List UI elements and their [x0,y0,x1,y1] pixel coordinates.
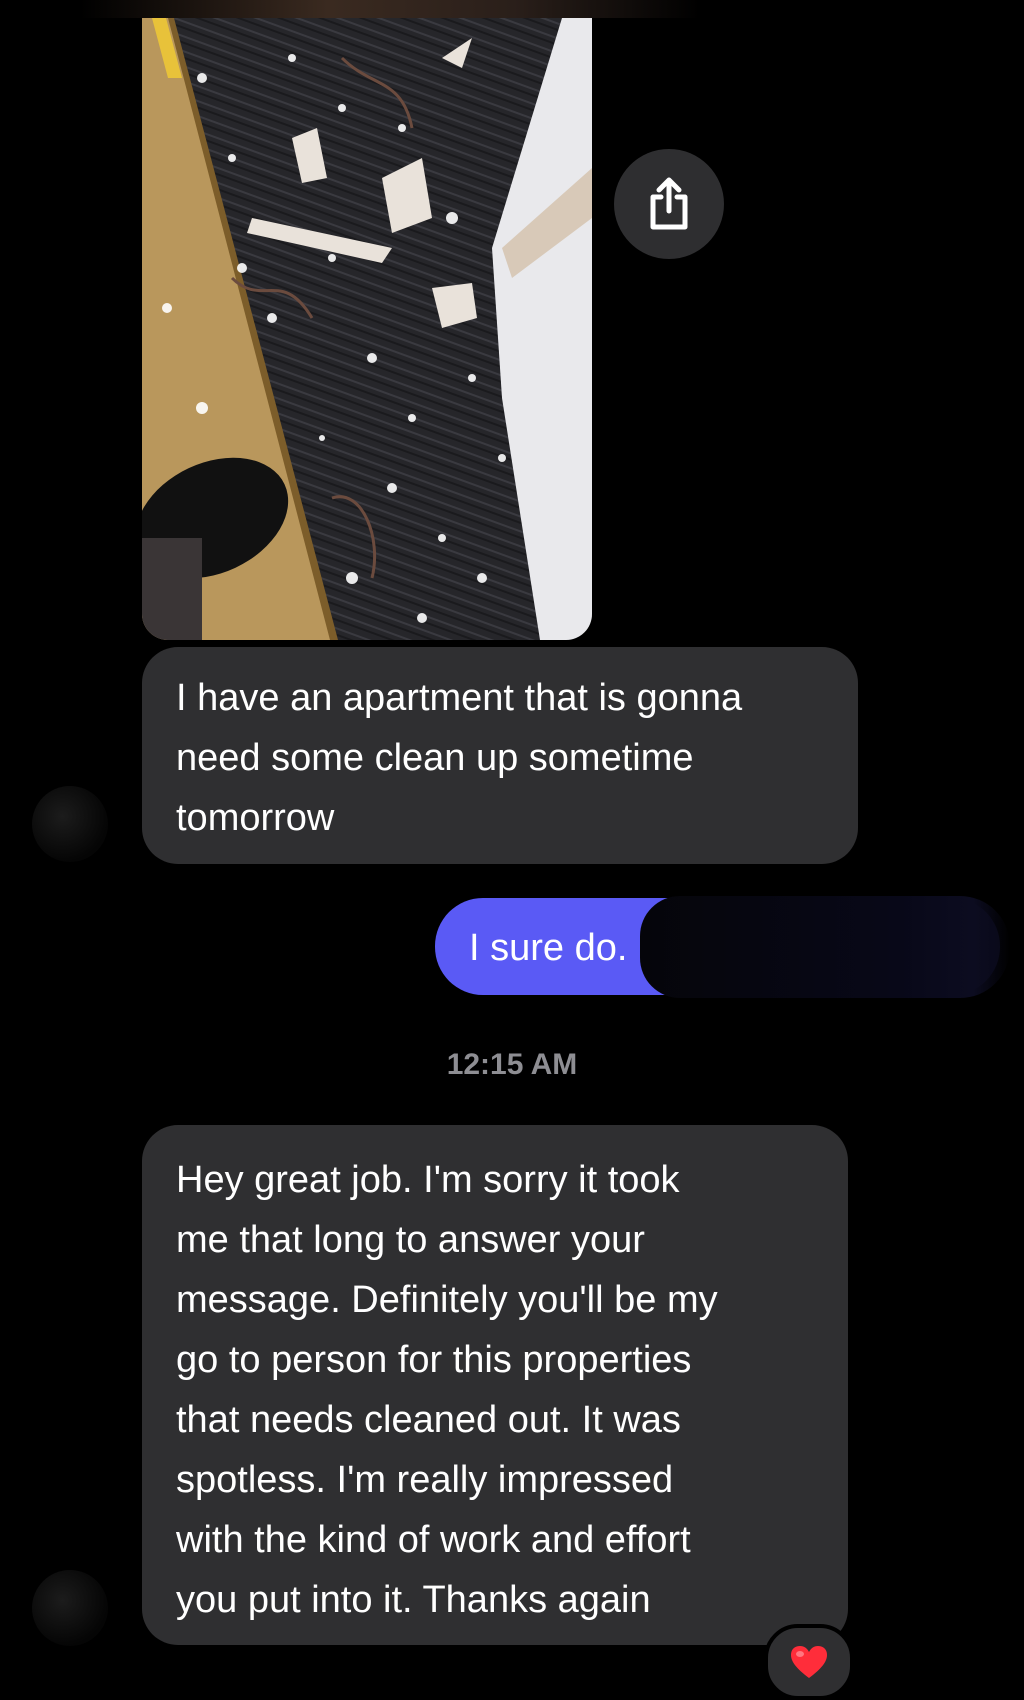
sender-avatar[interactable] [32,1570,108,1646]
incoming-message-bubble[interactable]: Hey great job. I'm sorry it took me that… [142,1125,848,1645]
photo-floor-debris [142,18,592,640]
sender-avatar[interactable] [32,786,108,862]
message-timestamp: 12:15 AM [446,1048,578,1081]
incoming-message-bubble[interactable]: I have an apartment that is gonna need s… [142,647,858,864]
message-photo[interactable] [142,18,592,640]
heart-reaction-icon [791,1646,827,1678]
share-icon [650,177,688,230]
share-button[interactable] [614,149,724,259]
message-text: I sure do. [469,927,628,969]
redaction-overlay [640,896,1010,998]
top-edge-shadow [80,0,700,18]
message-text: I have an apartment that is gonna need s… [176,677,743,839]
message-text: Hey great job. I'm sorry it took me that… [176,1159,718,1621]
heart-reaction[interactable] [764,1624,854,1700]
